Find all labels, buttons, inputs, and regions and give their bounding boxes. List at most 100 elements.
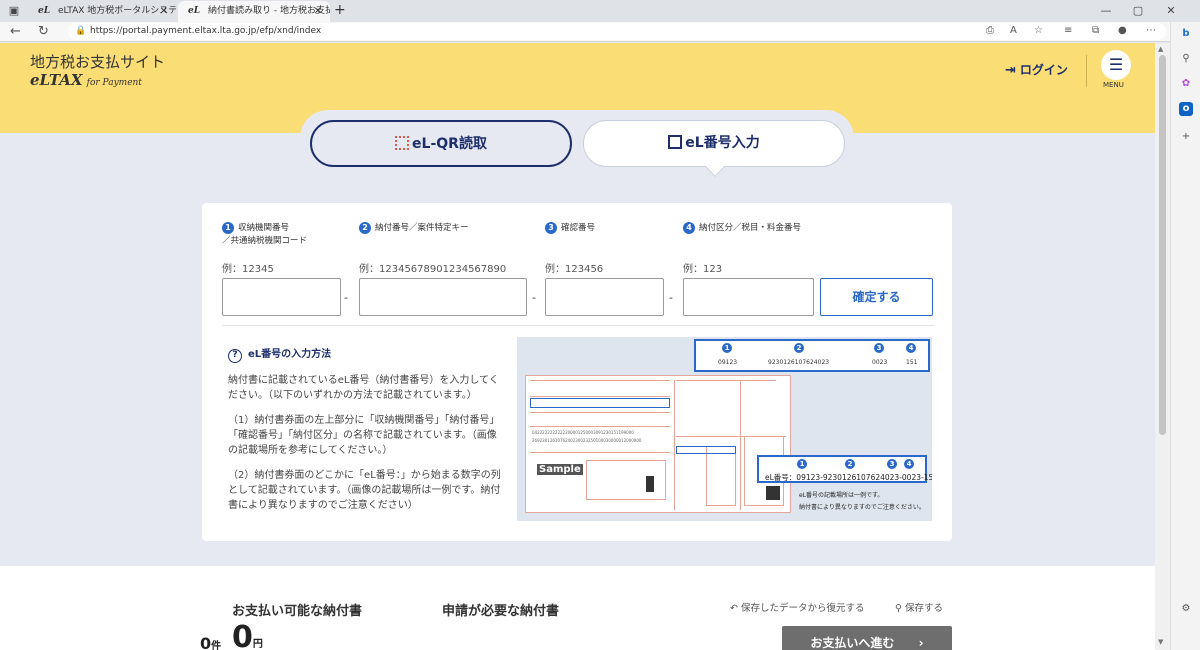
payment-number-input[interactable] [359,278,527,316]
count-value: 0件 [200,634,222,650]
refresh-icon[interactable]: ↻ [38,24,49,40]
application-heading[interactable]: 申請が必要な納付書 [442,600,559,619]
field-label-line1: 確認番号 [561,223,596,233]
field-example: 例：12345 [222,264,274,275]
browser-tab-bar: ▣ eL eLTAX 地方税ポータルシステム ✕ eL 納付書読み取り - 地方… [0,0,1200,22]
howto-paragraph-2: （1）納付書券面の左上部分に「収納機関番号」「納付番号」「確認番号」「納付区分」… [228,415,500,456]
scroll-down-icon[interactable]: ▼ [1158,638,1163,646]
field-label-payment-category: 4 納付区分／税目・料金番号 [683,222,801,235]
field-label-line1: 納付番号／案件特定キー [375,223,469,233]
sample-tax-form-image: 0422222222222200001250003091230151199000… [517,337,932,521]
amount-value: 0円 [232,620,263,650]
logo-sub-text: for Payment [86,78,142,88]
bing-copilot-icon[interactable]: b [1179,27,1193,41]
pin-icon: ⚲ [895,603,902,614]
el-number-text: eL番号：09123-9230126107624023-0023-151 [765,473,932,482]
payment-summary-section: お支払い可能な納付書 申請が必要な納付書 ↶ 保存したデータから復元する ⚲ 保… [0,566,1155,650]
collections-icon[interactable]: ⧉ [1092,25,1099,36]
restore-link[interactable]: ↶ 保存したデータから復元する [730,600,865,614]
app-available-icon[interactable]: ⎙ [986,25,994,36]
tab-actions-icon[interactable]: ▣ [6,3,22,19]
profile-avatar-icon[interactable]: ● [1118,25,1127,36]
browser-tab-payment-site[interactable]: eL 納付書読み取り - 地方税お支払サ ✕ [178,1,330,22]
howto-paragraph-1: 納付書に記載されているeL番号（納付書番号）を入力してください。（以下のいずれか… [228,375,499,401]
site-title[interactable]: 地方税お支払サイト [30,51,165,72]
undo-icon: ↶ [730,603,738,614]
tab-label: eL番号入力 [685,135,760,151]
scroll-up-icon[interactable]: ▲ [1158,45,1163,53]
step-badge: 2 [359,222,371,234]
page-scrollbar[interactable]: ▲ ▼ [1155,43,1170,650]
el-number-form-card: 1 収納機関番号 ／共通納税機関コード 例：12345 - 2 納付番号／案件特定キ… [202,203,952,541]
sidebar-settings-icon[interactable]: ⚙ [1179,602,1193,616]
minimize-icon[interactable]: — [1098,3,1114,19]
step-badge: 3 [545,222,557,234]
field-label-confirmation-number: 3 確認番号 [545,222,595,235]
step-badge: 4 [683,222,695,234]
close-tab-icon[interactable]: ✕ [160,1,168,22]
tools-icon[interactable]: ✿ [1179,77,1193,91]
login-button[interactable]: ⇥ ログイン [1005,61,1068,78]
favorites-icon[interactable]: ≡ [1064,25,1072,36]
address-toolbar: ← ↻ 🔒 https://portal.payment.eltax.lta.g… [0,22,1200,42]
url-field[interactable]: 🔒 https://portal.payment.eltax.lta.go.jp… [68,23,1166,40]
edge-sidebar: b ⚲ ✿ o + ⚙ [1170,22,1200,650]
new-tab-icon[interactable]: + [334,2,346,18]
sample-note-2: 納付書により異なりますのでご注意ください。 [799,504,925,511]
menu-button[interactable]: ☰ [1101,50,1131,80]
separator: - [669,291,673,304]
qr-code-icon [395,136,410,150]
help-icon: ? [228,349,242,363]
menu-label: MENU [1103,81,1124,89]
add-favorite-icon[interactable]: ☆ [1034,25,1043,36]
institution-code-input[interactable] [222,278,341,316]
field-label-line1: 納付区分／税目・料金番号 [699,223,802,233]
search-icon[interactable]: ⚲ [1179,52,1193,66]
confirm-button[interactable]: 確定する [820,278,933,316]
field-label-payment-number: 2 納付番号／案件特定キー [359,222,469,235]
number-grid-icon [668,135,683,149]
add-icon[interactable]: + [1179,130,1193,144]
field-label-line2: ／共通納税機関コード [222,236,308,246]
field-label-institution-code: 1 収納機関番号 ／共通納税機関コード [222,222,307,248]
scrollbar-thumb[interactable] [1159,55,1166,435]
browser-tab-title: 納付書読み取り - 地方税お支払サ [208,6,330,16]
separator: - [344,291,348,304]
window-close-icon[interactable]: ✕ [1163,3,1179,19]
eltax-logo[interactable]: eLTAX for Payment [30,71,142,89]
howto-title-text: eL番号の入力方法 [248,349,332,360]
payment-category-input[interactable] [683,278,814,316]
more-icon[interactable]: ⋯ [1146,25,1156,36]
back-icon[interactable]: ← [10,24,21,40]
confirmation-number-input[interactable] [545,278,664,316]
tab-el-number-input[interactable]: eL番号入力 [583,120,845,177]
sample-stamp: Sample [537,464,583,475]
field-example: 例：123456 [545,264,604,275]
hamburger-icon: ☰ [1108,55,1124,74]
mode-tabs: eL-QR読取 eL番号入力 [300,110,854,179]
chevron-right-icon: › [918,636,924,650]
active-tab-pointer [705,157,725,177]
save-link[interactable]: ⚲ 保存する [895,600,943,614]
eltax-favicon-icon: eL [188,6,201,16]
maximize-icon[interactable]: ▢ [1130,3,1146,19]
top-callout: 1 2 3 4 09123 9230126107624023 0023 151 [694,339,930,372]
field-example: 例：123 [683,264,723,275]
header-divider [1086,55,1087,87]
login-icon: ⇥ [1005,63,1016,78]
browser-tab-title: eLTAX 地方税ポータルシステム [58,6,176,16]
field-label-line1: 収納機関番号 [238,223,290,233]
proceed-to-payment-button[interactable]: お支払いへ進む › [782,626,952,650]
payable-heading[interactable]: お支払い可能な納付書 [232,600,362,619]
page-content: 地方税お支払サイト eLTAX for Payment ⇥ ログイン ☰ MENU… [0,43,1155,650]
read-aloud-icon[interactable]: A [1010,25,1017,36]
tab-el-qr-scan[interactable]: eL-QR読取 [310,120,572,167]
howto-paragraph-3: （2）納付書券面のどこかに「eL番号：」から始まる数字の列として記載されています… [228,470,501,511]
lock-icon: 🔒 [75,26,87,36]
eltax-favicon-icon: eL [38,6,51,16]
outlook-icon[interactable]: o [1179,102,1193,116]
close-tab-icon[interactable]: ✕ [314,1,322,22]
tab-label: eL-QR読取 [412,136,487,152]
browser-tab-eltax-portal[interactable]: eL eLTAX 地方税ポータルシステム ✕ [28,1,176,22]
el-number-callout: 1 2 3 4 eL番号：09123-9230126107624023-0023… [757,455,932,483]
